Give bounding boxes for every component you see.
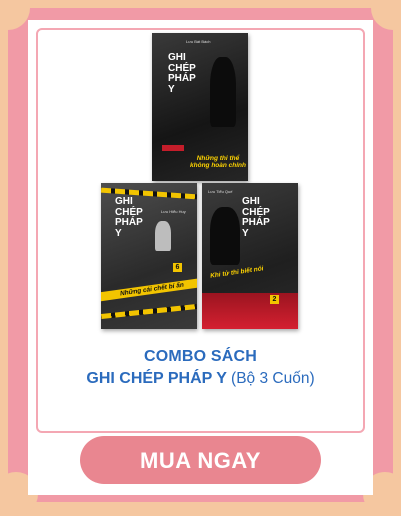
headline-line-2: GHI CHÉP PHÁP Y (Bộ 3 Cuốn) xyxy=(36,370,365,388)
book-title: GHI CHÉP PHÁP Y xyxy=(168,52,196,95)
evidence-marker: 6 xyxy=(173,263,182,272)
book-cover-2[interactable]: Lưu Hiểu Huy GHI CHÉP PHÁP Y 6 Những cái… xyxy=(101,183,197,329)
headline-title: GHI CHÉP PHÁP Y xyxy=(86,370,227,387)
gloved-hand-image xyxy=(155,221,171,251)
red-accent xyxy=(162,145,184,151)
book-title: GHI CHÉP PHÁP Y xyxy=(115,196,143,239)
product-headline: COMBO SÁCH GHI CHÉP PHÁP Y (Bộ 3 Cuốn) xyxy=(36,348,365,388)
book-author: Lưu Hiểu Huy xyxy=(161,209,186,214)
book-subtitle: Những cái chết bí ẩn xyxy=(101,277,197,302)
book-author: Lưu Tiểu Quế xyxy=(208,189,233,194)
caution-tape xyxy=(101,303,197,320)
red-cloth-image xyxy=(202,293,298,329)
figure-image xyxy=(210,207,240,265)
book-title: GHI CHÉP PHÁP Y xyxy=(242,196,270,239)
book-subtitle: Những thi thể không hoàn chỉnh xyxy=(190,155,246,169)
buy-now-button[interactable]: MUA NGAY xyxy=(80,436,321,484)
book-subtitle: Khi tử thi biết nói xyxy=(209,265,264,280)
book-cover-1[interactable]: Lưu Bát Bách GHI CHÉP PHÁP Y Những thi t… xyxy=(152,33,248,181)
headline-line-1: COMBO SÁCH xyxy=(143,348,258,365)
hooded-figure-image xyxy=(210,57,236,127)
headline-suffix: (Bộ 3 Cuốn) xyxy=(231,370,315,387)
volume-marker: 2 xyxy=(270,295,279,304)
book-author: Lưu Bát Bách xyxy=(186,39,211,44)
book-cover-3[interactable]: Lưu Tiểu Quế GHI CHÉP PHÁP Y Khi tử thi … xyxy=(202,183,298,329)
